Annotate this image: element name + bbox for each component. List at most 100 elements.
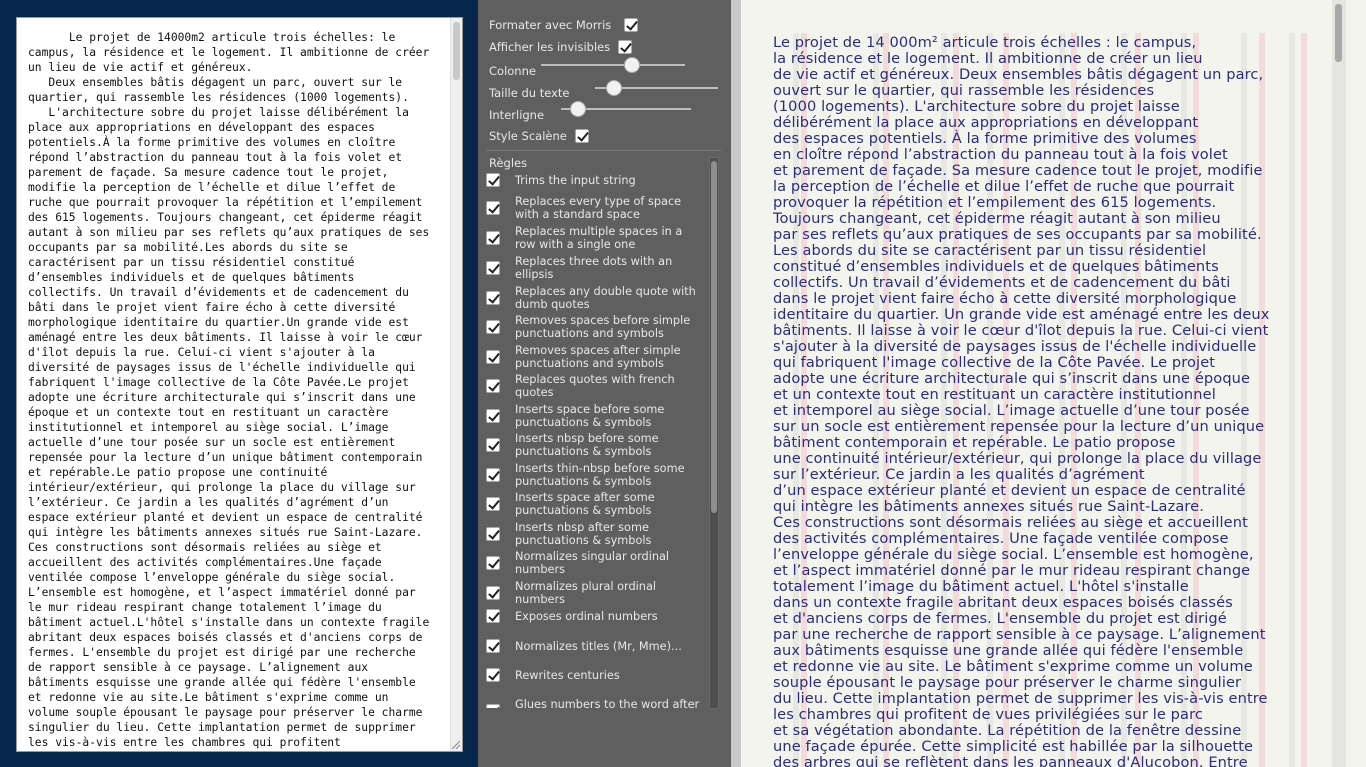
rule-label: Glues numbers to the word after them — [515, 698, 700, 708]
rule-checkbox[interactable] — [486, 609, 500, 623]
resize-grip-icon[interactable] — [452, 741, 460, 749]
rule-checkbox[interactable] — [486, 497, 500, 511]
morris-checkbox[interactable] — [624, 18, 639, 32]
rule-checkbox[interactable] — [486, 261, 500, 275]
rule-item[interactable]: Exposes ordinal numbers — [486, 609, 704, 623]
preview-scroll-thumb[interactable] — [1335, 4, 1342, 62]
preview-line: du lieu. Cette implantation permet de su… — [773, 690, 1268, 707]
preview-line: une continuité intérieur/extérieur, qui … — [773, 450, 1262, 467]
invisibles-checkbox[interactable] — [618, 40, 633, 54]
preview-line: souple épousant le paysage pour préserve… — [773, 674, 1242, 691]
preview-line: collectifs. Un travail d’évidements et d… — [773, 274, 1231, 291]
preview-line: et sa végétation abondante. La répétitio… — [773, 722, 1242, 739]
rule-checkbox[interactable] — [486, 586, 500, 600]
rule-item[interactable]: Replaces quotes with french quotes — [486, 373, 704, 399]
rule-checkbox[interactable] — [486, 668, 500, 682]
rule-checkbox[interactable] — [486, 468, 500, 482]
rule-checkbox[interactable] — [486, 291, 500, 305]
preview-scrollbar[interactable] — [1332, 0, 1346, 767]
rule-item[interactable]: Inserts space after some punctuations & … — [486, 491, 704, 517]
options-panel: Formater avec Morris Afficher les invisi… — [478, 0, 731, 767]
preview-pane: Le projet de 14 000m² articule trois éch… — [741, 0, 1366, 767]
scalene-checkbox[interactable] — [574, 129, 589, 143]
preview-line: et intemporel au siège social. L’image a… — [773, 402, 1250, 419]
preview-line: par une recherche de rapport sensible à … — [773, 626, 1266, 643]
rule-item[interactable]: Normalizes plural ordinal numbers — [486, 580, 704, 606]
preview-line: et un contexte tout en restituant un car… — [773, 386, 1216, 403]
rule-item[interactable]: Trims the input string — [486, 173, 704, 187]
rule-item[interactable]: Replaces every type of space with a stan… — [486, 195, 704, 221]
rule-checkbox[interactable] — [486, 231, 500, 245]
rule-checkbox[interactable] — [486, 409, 500, 423]
option-invisibles[interactable]: Afficher les invisibles — [489, 40, 633, 54]
rules-scroll-thumb[interactable] — [711, 161, 717, 513]
line-height-slider-knob[interactable] — [570, 101, 587, 117]
preview-line: Ces constructions sont désormais reliées… — [773, 514, 1248, 531]
source-textarea[interactable]: Le projet de 14000m2 articule trois éche… — [16, 17, 463, 752]
option-scalene[interactable]: Style Scalène — [489, 129, 589, 143]
textarea-scroll-thumb[interactable] — [453, 22, 460, 80]
column-slider[interactable] — [541, 57, 685, 73]
rule-checkbox[interactable] — [486, 527, 500, 541]
rule-item[interactable]: Inserts space before some punctuations &… — [486, 403, 704, 429]
option-text-size-label: Taille du texte — [489, 86, 570, 100]
preview-line: par ses reflets qu’aux pratiques de ses … — [773, 226, 1262, 243]
rule-item[interactable]: Normalizes singular ordinal numbers — [486, 550, 704, 576]
rule-checkbox[interactable] — [486, 350, 500, 364]
preview-line: en cloître répond l’abstraction du panne… — [773, 146, 1228, 163]
textarea-scrollbar[interactable] — [450, 18, 462, 751]
rule-item[interactable]: Removes spaces after simple punctuations… — [486, 344, 704, 370]
rule-item[interactable]: Inserts thin-nbsp before some punctuatio… — [486, 462, 704, 488]
rules-scrollbar[interactable] — [709, 157, 719, 709]
preview-line: des espaces potentiels. À la forme primi… — [773, 130, 1197, 147]
source-text[interactable]: Le projet de 14000m2 articule trois éche… — [17, 18, 447, 750]
rule-label: Inserts thin-nbsp before some punctuatio… — [515, 462, 685, 488]
preview-line: Le projet de 14 000m² articule trois éch… — [773, 34, 1197, 51]
editor-pane: Le projet de 14000m2 articule trois éche… — [0, 0, 478, 767]
rule-checkbox[interactable] — [486, 201, 500, 215]
preview-line: d’un espace extérieur planté et devient … — [773, 482, 1246, 499]
preview-line: dans un contexte fragile abritant deux e… — [773, 594, 1233, 611]
option-morris[interactable]: Formater avec Morris — [489, 18, 639, 32]
rule-item[interactable]: Glues numbers to the word after them — [486, 698, 704, 708]
rule-checkbox[interactable] — [486, 173, 500, 187]
rule-label: Replaces multiple spaces in a row with a… — [515, 225, 683, 251]
preview-line: (1000 logements). L'architecture sobre d… — [773, 98, 1180, 115]
preview-line: bâtiments. Il laisse à voir le cœur d'îl… — [773, 322, 1269, 339]
rule-item[interactable]: Replaces multiple spaces in a row with a… — [486, 225, 704, 251]
rule-item[interactable]: Rewrites centuries — [486, 668, 704, 682]
line-height-slider[interactable] — [561, 101, 691, 117]
preview-line: de vie actif et généreux. Deux ensembles… — [773, 66, 1264, 83]
rule-checkbox[interactable] — [486, 438, 500, 452]
rule-item[interactable]: Inserts nbsp after some punctuations & s… — [486, 521, 704, 547]
rule-item[interactable]: Replaces any double quote with dumb quot… — [486, 285, 704, 311]
rule-item[interactable]: Normalizes titles (Mr, Mme)... — [486, 639, 704, 653]
option-column: Colonne — [489, 64, 536, 78]
preview-line: qui intègre les bâtiments annexes situés… — [773, 498, 1204, 515]
rule-checkbox[interactable] — [486, 379, 500, 393]
rule-checkbox[interactable] — [486, 320, 500, 334]
rule-checkbox[interactable] — [486, 704, 500, 708]
preview-line: sur un socle est entièrement repensée po… — [773, 418, 1265, 435]
rule-label: Exposes ordinal numbers — [515, 609, 658, 623]
rule-checkbox[interactable] — [486, 639, 500, 653]
preview-line: totalement l’image du bâtiment actuel. L… — [773, 578, 1189, 595]
preview-line: adopte une écriture architecturale qui s… — [773, 370, 1251, 387]
preview-line: des arbres qui se reflètent dans les pan… — [773, 754, 1248, 767]
rule-item[interactable]: Replaces three dots with an ellipsis — [486, 255, 704, 281]
text-size-slider-knob[interactable] — [605, 80, 622, 96]
rule-item[interactable]: Removes spaces before simple punctuation… — [486, 314, 704, 340]
column-slider-knob[interactable] — [624, 57, 641, 73]
preview-line: et d'anciens corps de fermes. L'ensemble… — [773, 610, 1227, 627]
preview-line: délibérément la place aux appropriations… — [773, 114, 1199, 131]
rule-checkbox[interactable] — [486, 556, 500, 570]
preview-line: l’enveloppe générale du siège social. L’… — [773, 546, 1254, 563]
preview-line: s'ajouter à la diversité de paysages iss… — [773, 338, 1257, 355]
preview-line: constitué d’ensembles individuels et de … — [773, 258, 1219, 275]
preview-line: qui fabriquent l'image collective de la … — [773, 354, 1216, 371]
preview-line: et parement de façade. Sa mesure cadence… — [773, 162, 1263, 179]
pane-divider[interactable] — [731, 0, 741, 767]
text-size-slider[interactable] — [595, 80, 718, 96]
rule-item[interactable]: Inserts nbsp before some punctuations & … — [486, 432, 704, 458]
preview-margin — [1346, 0, 1366, 767]
